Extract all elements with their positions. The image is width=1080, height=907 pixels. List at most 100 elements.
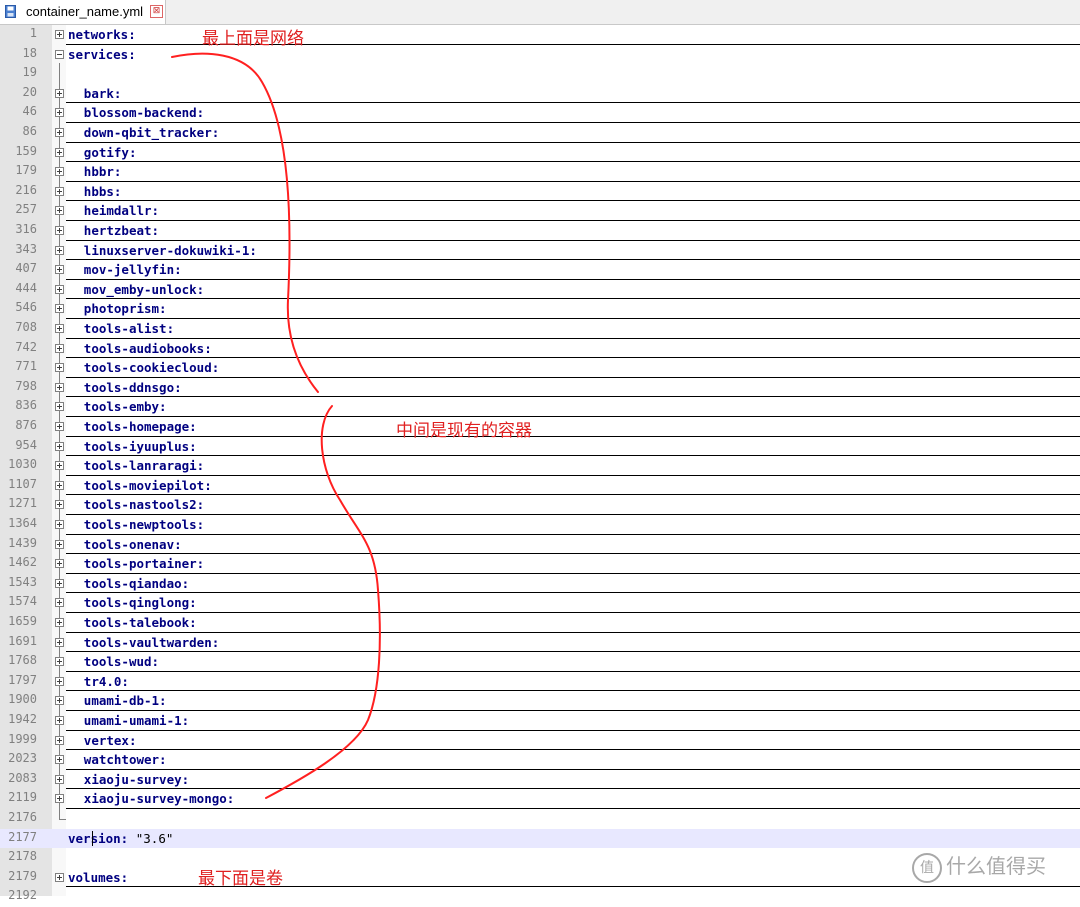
- fold-expand-icon[interactable]: [55, 480, 64, 490]
- fold-expand-icon[interactable]: [55, 422, 64, 431]
- code-line[interactable]: 798 tools-ddnsgo:: [0, 378, 1080, 398]
- yaml-key: tools-moviepilot:: [83, 477, 212, 493]
- code-line[interactable]: 1797 tr4.0:: [0, 672, 1080, 692]
- fold-expand-icon[interactable]: [55, 520, 64, 529]
- code-line[interactable]: 316 hertzbeat:: [0, 221, 1080, 241]
- fold-expand-icon[interactable]: [55, 304, 64, 314]
- fold-expand-icon[interactable]: [55, 735, 64, 745]
- code-line[interactable]: 46 blossom-backend:: [0, 103, 1080, 123]
- code-line[interactable]: 1462 tools-portainer:: [0, 554, 1080, 574]
- code-line[interactable]: 1439 tools-onenav:: [0, 535, 1080, 555]
- code-line[interactable]: 343 linuxserver-dokuwiki-1:: [0, 241, 1080, 261]
- code-line[interactable]: 1942 umami-umami-1:: [0, 711, 1080, 731]
- code-line[interactable]: 159 gotify:: [0, 143, 1080, 163]
- code-line[interactable]: 1999 vertex:: [0, 731, 1080, 751]
- fold-expand-icon[interactable]: [55, 578, 64, 588]
- fold-expand-icon[interactable]: [55, 598, 64, 608]
- code-line[interactable]: 2083 xiaoju-survey:: [0, 770, 1080, 790]
- code-line[interactable]: 876 tools-homepage:: [0, 417, 1080, 437]
- fold-expand-icon[interactable]: [55, 382, 64, 392]
- fold-expand-icon[interactable]: [55, 794, 64, 804]
- code-line[interactable]: 179 hbbr:: [0, 162, 1080, 182]
- yaml-key: version:: [68, 830, 129, 846]
- close-tab-icon[interactable]: ⊠: [150, 5, 163, 18]
- code-text: blossom-backend:: [84, 105, 204, 120]
- fold-expand-icon[interactable]: [55, 108, 64, 118]
- fold-expand-icon[interactable]: [55, 363, 64, 373]
- fold-expand-icon[interactable]: [55, 324, 64, 333]
- code-line[interactable]: 216 hbbs:: [0, 182, 1080, 202]
- line-number: 316: [15, 222, 37, 236]
- code-text: watchtower:: [84, 752, 167, 767]
- code-line[interactable]: 444 mov_emby-unlock:: [0, 280, 1080, 300]
- fold-expand-icon[interactable]: [55, 716, 64, 725]
- code-line[interactable]: 2176: [0, 809, 1080, 829]
- code-line[interactable]: 954 tools-iyuuplus:: [0, 437, 1080, 457]
- fold-expand-icon[interactable]: [55, 402, 64, 412]
- yaml-key: xiaoju-survey-mongo:: [83, 791, 235, 807]
- fold-expand-icon[interactable]: [55, 167, 64, 177]
- line-number: 19: [22, 65, 37, 80]
- code-line[interactable]: 546 photoprism:: [0, 299, 1080, 319]
- fold-expand-icon[interactable]: [55, 88, 64, 98]
- fold-collapse-icon[interactable]: [55, 49, 64, 59]
- fold-expand-icon[interactable]: [55, 559, 64, 569]
- fold-expand-icon[interactable]: [55, 637, 64, 647]
- yaml-key: tools-lanraragi:: [83, 458, 205, 474]
- fold-expand-icon[interactable]: [55, 774, 64, 784]
- fold-expand-icon[interactable]: [55, 872, 64, 882]
- code-line[interactable]: 2192: [0, 887, 1080, 907]
- fold-expand-icon[interactable]: [55, 128, 64, 137]
- fold-expand-icon[interactable]: [55, 618, 64, 627]
- fold-expand-icon[interactable]: [55, 284, 64, 294]
- fold-expand-icon[interactable]: [55, 147, 64, 157]
- code-text: linuxserver-dokuwiki-1:: [84, 243, 257, 258]
- code-line[interactable]: 1271 tools-nastools2:: [0, 495, 1080, 515]
- code-line[interactable]: 1574 tools-qinglong:: [0, 593, 1080, 613]
- fold-expand-icon[interactable]: [55, 755, 64, 765]
- code-line[interactable]: 1030 tools-lanraragi:: [0, 456, 1080, 476]
- code-line[interactable]: 1107 tools-moviepilot:: [0, 476, 1080, 496]
- tab-container-name-yml[interactable]: container_name.yml ⊠: [0, 0, 166, 24]
- fold-expand-icon[interactable]: [55, 539, 64, 549]
- code-line[interactable]: 86 down-qbit_tracker:: [0, 123, 1080, 143]
- code-line[interactable]: 20 bark:: [0, 84, 1080, 104]
- code-line[interactable]: 257 heimdallr:: [0, 201, 1080, 221]
- code-text: bark:: [84, 86, 122, 101]
- code-text: tools-qinglong:: [84, 595, 197, 610]
- fold-expand-icon[interactable]: [55, 186, 64, 196]
- code-line[interactable]: 1659 tools-talebook:: [0, 613, 1080, 633]
- code-line[interactable]: 708 tools-alist:: [0, 319, 1080, 339]
- fold-expand-icon[interactable]: [55, 245, 64, 255]
- code-line[interactable]: 771 tools-cookiecloud:: [0, 358, 1080, 378]
- code-text: down-qbit_tracker:: [84, 125, 219, 140]
- fold-expand-icon[interactable]: [55, 265, 64, 275]
- code-line[interactable]: 742 tools-audiobooks:: [0, 339, 1080, 359]
- fold-expand-icon[interactable]: [55, 461, 64, 471]
- code-line[interactable]: 836 tools-emby:: [0, 397, 1080, 417]
- code-line[interactable]: 2023 watchtower:: [0, 750, 1080, 770]
- code-line[interactable]: 18 services:: [0, 45, 1080, 65]
- fold-expand-icon[interactable]: [55, 676, 64, 686]
- code-line[interactable]: 1543 tools-qiandao:: [0, 574, 1080, 594]
- code-line[interactable]: 1 networks:: [0, 25, 1080, 45]
- code-line[interactable]: 2177 version: "3.6": [0, 828, 1080, 849]
- code-line[interactable]: 407 mov-jellyfin:: [0, 260, 1080, 280]
- yaml-key: tools-vaultwarden:: [83, 634, 220, 650]
- fold-expand-icon[interactable]: [55, 441, 64, 451]
- fold-expand-icon[interactable]: [55, 343, 64, 353]
- fold-expand-icon[interactable]: [55, 226, 64, 235]
- code-line[interactable]: 1691 tools-vaultwarden:: [0, 633, 1080, 653]
- fold-expand-icon[interactable]: [55, 657, 64, 667]
- fold-expand-icon[interactable]: [55, 30, 64, 39]
- code-line[interactable]: 2119 xiaoju-survey-mongo:: [0, 789, 1080, 809]
- code-line[interactable]: 1364 tools-newptools:: [0, 515, 1080, 535]
- code-text: mov_emby-unlock:: [84, 282, 204, 297]
- code-line[interactable]: 19: [0, 64, 1080, 84]
- code-line[interactable]: 1768 tools-wud:: [0, 652, 1080, 672]
- code-editor[interactable]: 1 networks: 18 services: 19 20 bark: 46 blossom-…: [0, 25, 1080, 902]
- fold-expand-icon[interactable]: [55, 206, 64, 216]
- fold-expand-icon[interactable]: [55, 500, 64, 510]
- code-line[interactable]: 1900 umami-db-1:: [0, 691, 1080, 711]
- fold-expand-icon[interactable]: [55, 696, 64, 706]
